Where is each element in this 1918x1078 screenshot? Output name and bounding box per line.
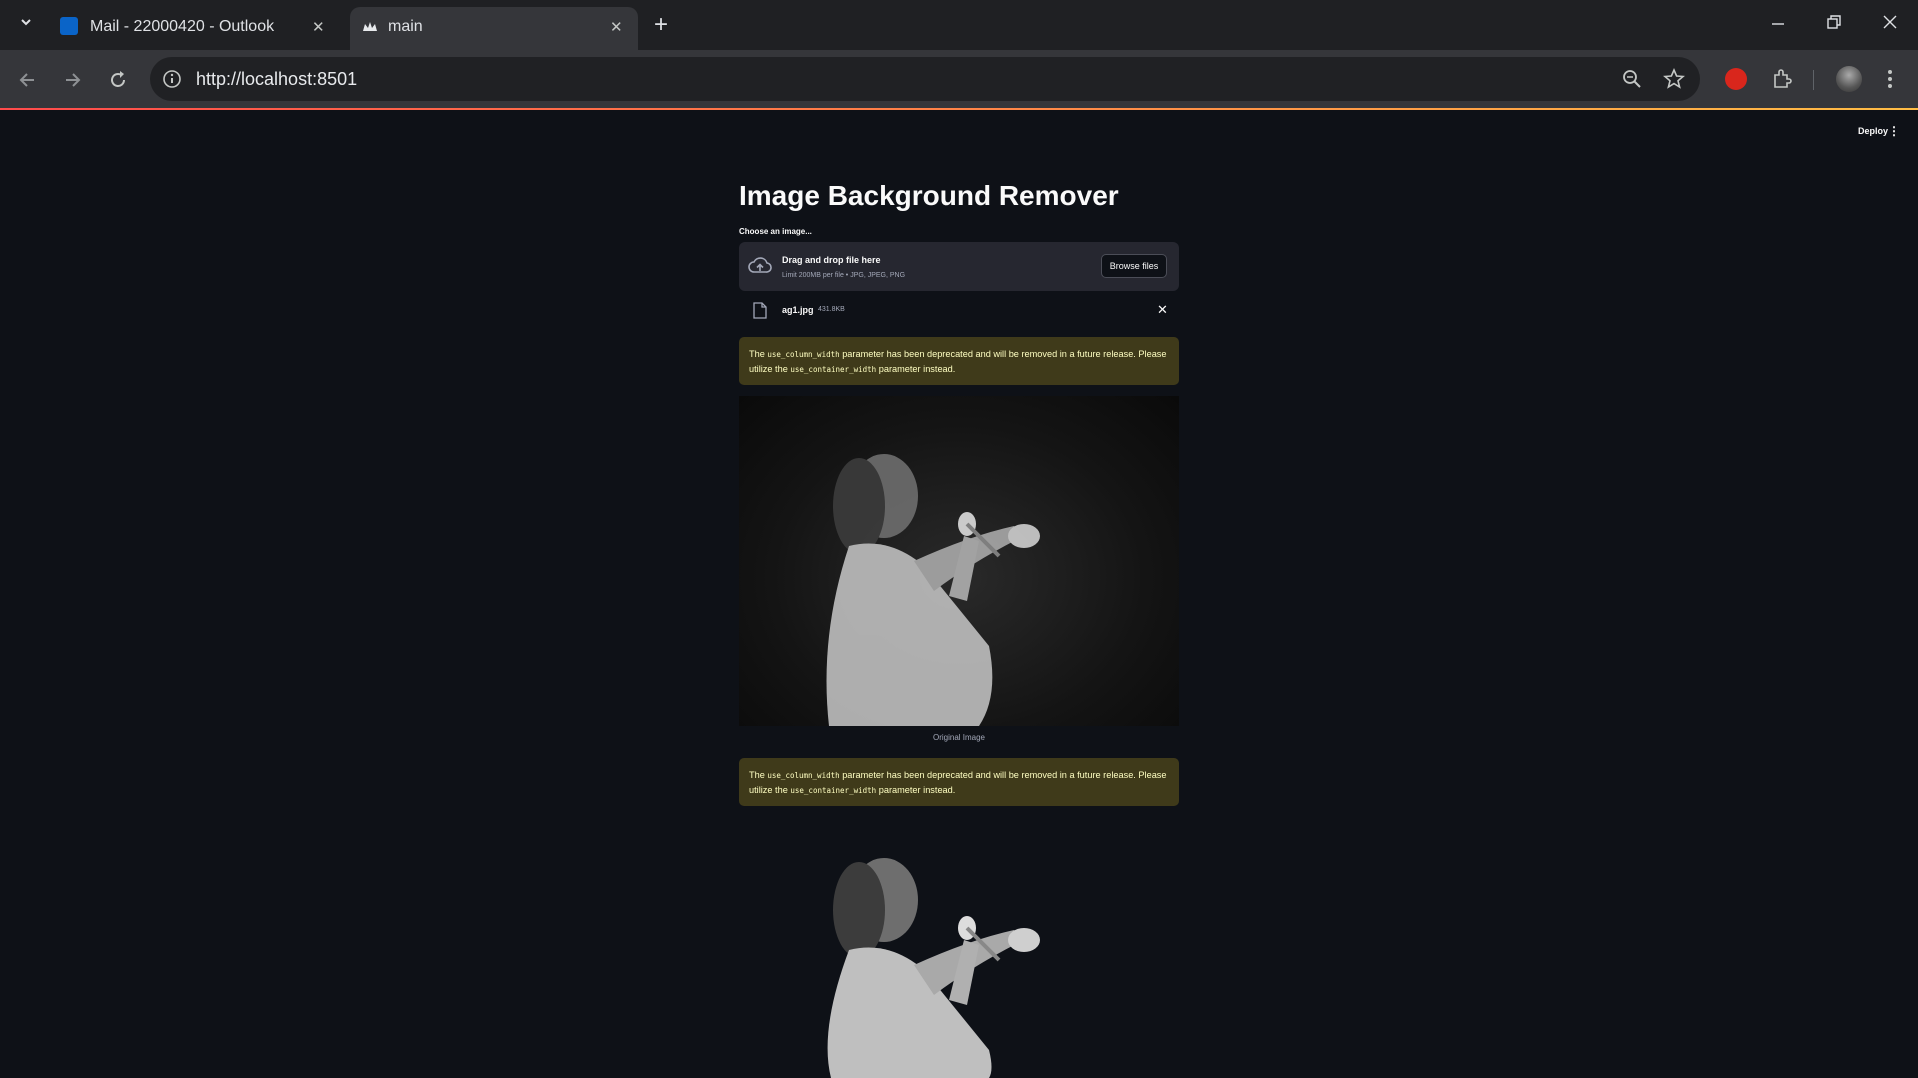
dropzone-limit-text: Limit 200MB per file • JPG, JPEG, PNG <box>782 272 906 279</box>
page-title: Image Background Remover <box>739 180 1119 211</box>
close-window-icon[interactable] <box>1882 14 1898 33</box>
file-size: 431.8KB <box>818 306 845 313</box>
address-bar[interactable] <box>150 57 1700 101</box>
minimize-icon[interactable] <box>1770 14 1786 33</box>
site-info-icon[interactable] <box>162 69 182 94</box>
back-icon[interactable] <box>18 70 38 95</box>
tab-close-icon[interactable]: ✕ <box>610 20 623 35</box>
forward-icon[interactable] <box>62 70 82 95</box>
uploader-label: Choose an image... <box>739 227 812 236</box>
tab-label: Mail - 22000420 - Outlook <box>90 18 275 35</box>
dropzone-instructions: Drag and drop file here <box>782 255 881 265</box>
tab-outlook[interactable]: Mail - 22000420 - Outlook ✕ <box>50 7 340 50</box>
deprecation-warning: The use_column_width parameter has been … <box>739 337 1179 385</box>
reload-icon[interactable] <box>108 70 128 95</box>
browse-files-button[interactable]: Browse files <box>1101 254 1167 278</box>
file-icon <box>753 302 767 324</box>
extensions-puzzle-icon[interactable] <box>1771 68 1793 95</box>
warning-code: use_container_width <box>790 786 877 795</box>
warning-text: The <box>749 349 768 359</box>
warning-code: use_column_width <box>767 350 840 359</box>
tab-close-icon[interactable]: ✕ <box>312 20 325 35</box>
deploy-button[interactable]: Deploy <box>1858 126 1888 136</box>
url-text[interactable]: http://localhost:8501 <box>196 69 357 90</box>
app-menu-icon[interactable]: ⋮ <box>1888 124 1900 138</box>
warning-text: parameter instead. <box>876 785 956 795</box>
browser-menu-icon[interactable] <box>1886 68 1894 95</box>
new-tab-icon[interactable]: + <box>654 13 668 37</box>
tab-main[interactable]: main ✕ <box>350 7 638 50</box>
bookmark-star-icon[interactable] <box>1663 67 1685 95</box>
remove-file-icon[interactable]: ✕ <box>1157 302 1168 318</box>
profile-avatar[interactable] <box>1836 66 1862 92</box>
zoom-icon[interactable] <box>1622 69 1642 94</box>
warning-text: parameter instead. <box>876 364 956 374</box>
restore-icon[interactable] <box>1826 14 1842 33</box>
extension-red-icon[interactable] <box>1725 68 1747 90</box>
warning-code: use_container_width <box>790 365 877 374</box>
warning-code: use_column_width <box>767 771 840 780</box>
warning-text: The <box>749 770 768 780</box>
image-caption: Original Image <box>932 733 986 742</box>
outlook-icon <box>60 17 78 35</box>
tab-search-dropdown-icon[interactable] <box>18 14 34 30</box>
file-name: ag1.jpg <box>782 305 814 315</box>
main-container: Image Background Remover <box>739 180 1179 212</box>
streamlit-crown-icon <box>362 19 378 35</box>
deprecation-warning: The use_column_width parameter has been … <box>739 758 1179 806</box>
background-removed-image <box>739 830 1179 1078</box>
tab-label: main <box>388 18 423 35</box>
toolbar-divider <box>1813 70 1814 90</box>
streamlit-status-line <box>0 108 1918 110</box>
cloud-upload-icon <box>748 256 772 281</box>
original-image <box>739 396 1179 726</box>
